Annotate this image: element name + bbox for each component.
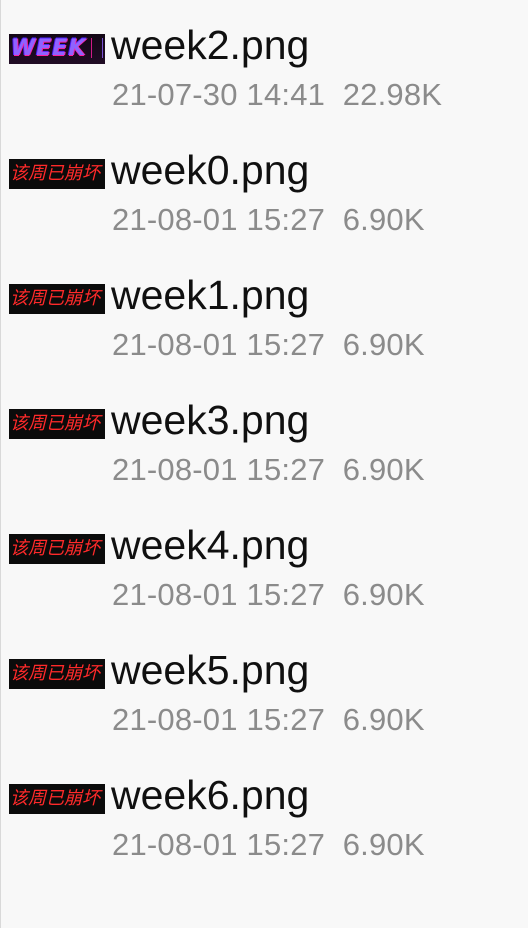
week-logo-text: WEEK (11, 36, 87, 61)
thumbnail-week6: 该周已崩坏 (9, 784, 105, 814)
file-meta: 21-08-01 15:27 6.90K (112, 576, 425, 614)
file-meta: 21-08-01 15:27 6.90K (112, 701, 425, 739)
thumbnail-banner-text: 该周已崩坏 (10, 538, 100, 559)
file-date: 21-08-01 15:27 (112, 827, 326, 862)
file-row-week5[interactable]: 该周已崩坏 week5.png 21-08-01 15:27 6.90K (0, 625, 528, 750)
thumbnail-week0: 该周已崩坏 (9, 159, 105, 189)
file-date: 21-08-01 15:27 (112, 577, 326, 612)
file-date: 21-07-30 14:41 (112, 77, 326, 112)
file-name: week5.png (111, 647, 310, 693)
file-name: week0.png (111, 147, 310, 193)
file-list: WEEK week2.png 21-07-30 14:41 22.98K 该周已… (0, 0, 528, 928)
file-size: 22.98K (342, 77, 443, 112)
file-meta: 21-07-30 14:41 22.98K (112, 76, 442, 114)
thumbnail-week1: 该周已崩坏 (9, 284, 105, 314)
file-name: week2.png (111, 22, 310, 68)
file-meta: 21-08-01 15:27 6.90K (112, 201, 425, 239)
file-size: 6.90K (342, 827, 425, 862)
file-date: 21-08-01 15:27 (112, 702, 326, 737)
thumbnail-banner-text: 该周已崩坏 (10, 663, 100, 684)
file-name: week6.png (111, 772, 310, 818)
file-size: 6.90K (342, 577, 425, 612)
file-row-week4[interactable]: 该周已崩坏 week4.png 21-08-01 15:27 6.90K (0, 500, 528, 625)
thumbnail-week2: WEEK (9, 34, 105, 64)
thumbnail-week5: 该周已崩坏 (9, 659, 105, 689)
thumbnail-week4: 该周已崩坏 (9, 534, 105, 564)
file-size: 6.90K (342, 452, 425, 487)
file-row-week1[interactable]: 该周已崩坏 week1.png 21-08-01 15:27 6.90K (0, 250, 528, 375)
file-meta: 21-08-01 15:27 6.90K (112, 451, 425, 489)
thumbnail-banner-text: 该周已崩坏 (10, 163, 100, 184)
thumbnail-banner-text: 该周已崩坏 (10, 413, 100, 434)
thumbnail-week3: 该周已崩坏 (9, 409, 105, 439)
file-meta: 21-08-01 15:27 6.90K (112, 826, 425, 864)
thumbnail-banner-text: 该周已崩坏 (10, 288, 100, 309)
file-name: week3.png (111, 397, 310, 443)
file-size: 6.90K (342, 202, 425, 237)
file-size: 6.90K (342, 327, 425, 362)
file-date: 21-08-01 15:27 (112, 327, 326, 362)
thumbnail-banner-text: 该周已崩坏 (10, 788, 100, 809)
file-date: 21-08-01 15:27 (112, 452, 326, 487)
file-name: week1.png (111, 272, 310, 318)
file-row-week0[interactable]: 该周已崩坏 week0.png 21-08-01 15:27 6.90K (0, 125, 528, 250)
week-logo-mark (91, 38, 103, 58)
file-meta: 21-08-01 15:27 6.90K (112, 326, 425, 364)
file-row-week3[interactable]: 该周已崩坏 week3.png 21-08-01 15:27 6.90K (0, 375, 528, 500)
file-name: week4.png (111, 522, 310, 568)
file-date: 21-08-01 15:27 (112, 202, 326, 237)
file-size: 6.90K (342, 702, 425, 737)
file-row-week6[interactable]: 该周已崩坏 week6.png 21-08-01 15:27 6.90K (0, 750, 528, 875)
file-row-week2[interactable]: WEEK week2.png 21-07-30 14:41 22.98K (0, 0, 528, 125)
